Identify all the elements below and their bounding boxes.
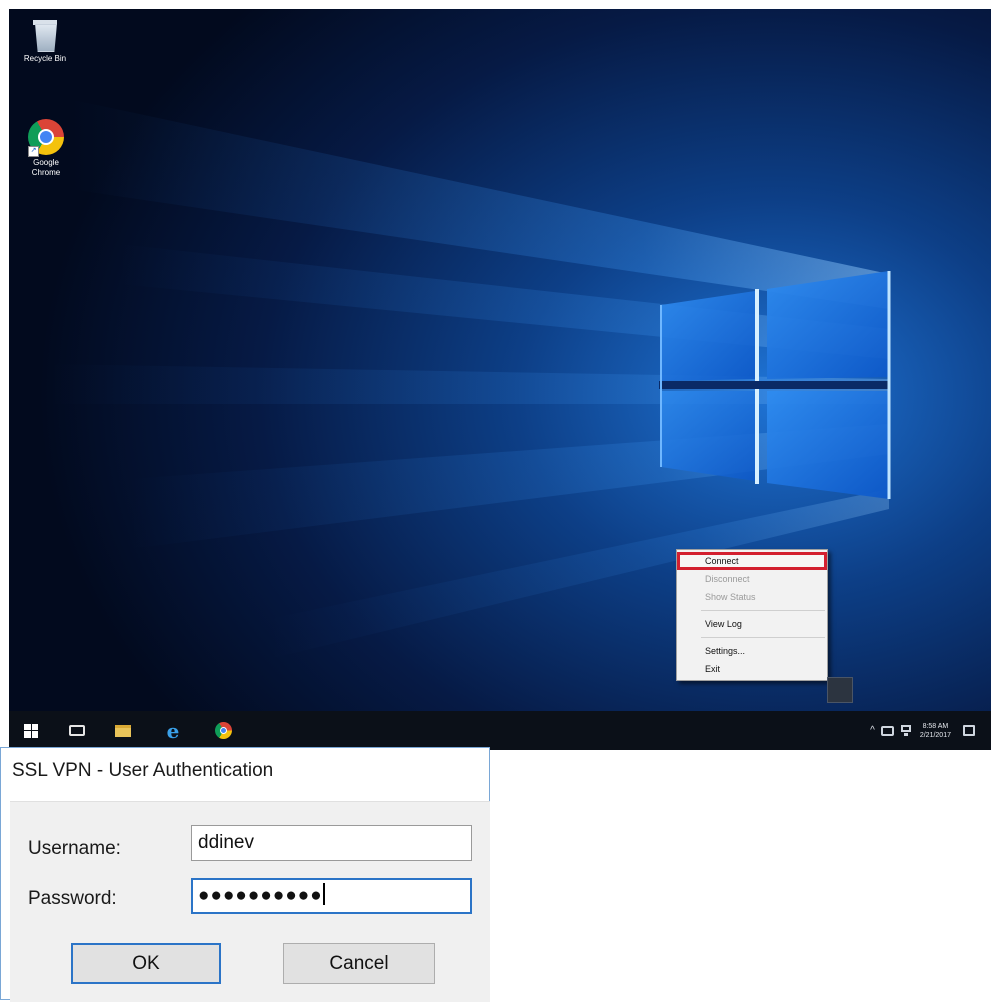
- recycle-bin-shortcut[interactable]: Recycle Bin: [13, 19, 77, 64]
- chrome-icon: [214, 722, 232, 739]
- password-field[interactable]: ●●●●●●●●●●: [191, 878, 472, 914]
- menu-item-view-log[interactable]: View Log: [677, 615, 827, 633]
- menu-item-disconnect: Disconnect: [705, 574, 750, 584]
- network-icon[interactable]: [900, 725, 912, 736]
- vpn-tray-icon[interactable]: [880, 725, 894, 736]
- username-field[interactable]: [191, 825, 472, 861]
- clock-time: 8:58 AM: [922, 722, 949, 730]
- dialog-body: Username: Password: ●●●●●●●●●● OK Cancel: [10, 801, 490, 1002]
- menu-separator: [701, 610, 825, 611]
- task-view-icon: [69, 725, 85, 736]
- clock[interactable]: 8:58 AM 2/21/2017: [920, 722, 951, 740]
- internet-explorer-icon: e: [166, 718, 180, 743]
- menu-item-exit[interactable]: Exit: [677, 660, 827, 678]
- username-label: Username:: [28, 838, 121, 859]
- start-button[interactable]: [9, 711, 53, 750]
- menu-separator: [701, 637, 825, 638]
- menu-item-settings[interactable]: Settings...: [677, 642, 827, 660]
- dialog-title: SSL VPN - User Authentication: [12, 760, 274, 781]
- desktop: Recycle Bin ↗ Google Chrome Connect Disc…: [9, 9, 991, 750]
- menu-item-connect[interactable]: Connect: [677, 552, 827, 570]
- password-label: Password:: [28, 888, 117, 909]
- task-view-button[interactable]: [55, 711, 99, 750]
- menu-item-show-status: Show Status: [705, 592, 756, 602]
- ssl-vpn-auth-dialog: SSL VPN - User Authentication Username: …: [0, 747, 490, 1002]
- file-explorer-button[interactable]: [101, 711, 145, 750]
- shortcut-arrow-icon: ↗: [28, 146, 39, 157]
- internet-explorer-button[interactable]: e: [151, 711, 195, 750]
- tray-overflow-panel: [827, 677, 853, 703]
- action-center-icon[interactable]: [963, 725, 975, 736]
- google-chrome-shortcut[interactable]: ↗ Google Chrome: [14, 119, 78, 178]
- chrome-taskbar-button[interactable]: [201, 711, 245, 750]
- recycle-bin-icon: [32, 19, 58, 52]
- windows-10-wallpaper: [9, 9, 991, 750]
- system-tray: ^ 8:58 AM 2/21/2017: [870, 711, 991, 750]
- ok-button[interactable]: OK: [71, 943, 221, 984]
- google-chrome-label: Google Chrome: [31, 158, 61, 177]
- clock-date: 2/21/2017: [919, 731, 951, 739]
- recycle-bin-label: Recycle Bin: [23, 54, 67, 63]
- text-caret: [322, 883, 325, 905]
- file-explorer-icon: [115, 724, 131, 737]
- windows-start-icon: [24, 723, 38, 738]
- cancel-button[interactable]: Cancel: [283, 943, 435, 984]
- show-hidden-icons-icon[interactable]: ^: [870, 725, 875, 736]
- vpn-tray-context-menu: Connect Disconnect Show Status View Log …: [676, 549, 828, 681]
- taskbar: e ^ 8:58 AM 2/21/2017: [9, 711, 991, 750]
- password-mask: ●●●●●●●●●●: [198, 885, 323, 906]
- chrome-icon: ↗: [28, 119, 64, 157]
